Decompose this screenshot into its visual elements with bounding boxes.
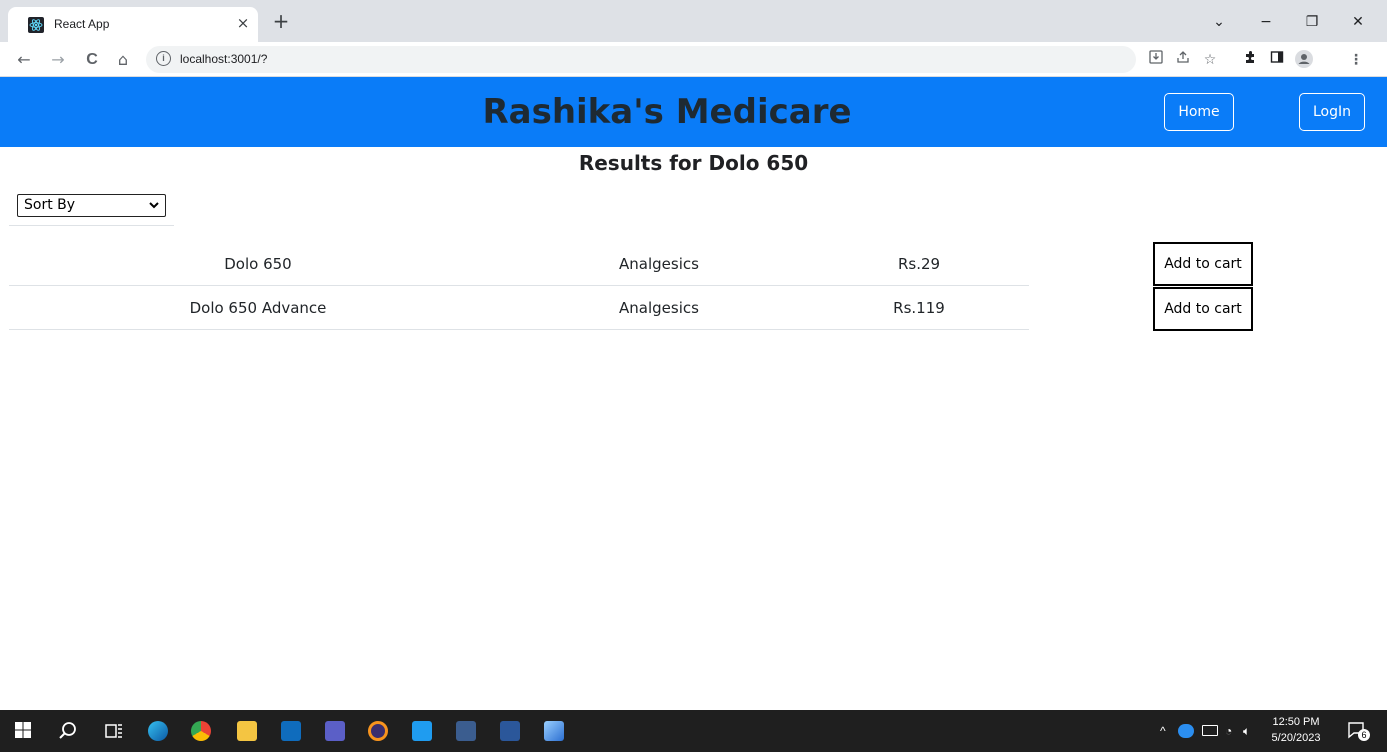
table-row: Dolo 650 Analgesics Rs.29 [9,242,1029,286]
new-tab-icon[interactable]: + [271,11,291,31]
tab-search-icon[interactable]: ⌄ [1207,10,1231,34]
results-heading: Results for Dolo 650 [578,151,809,175]
back-icon[interactable]: ← [12,48,36,72]
profile-avatar-icon[interactable] [1294,50,1314,70]
reload-icon[interactable]: C [80,48,104,72]
close-window-icon[interactable]: ✕ [1346,10,1370,34]
browser-tab[interactable]: React App × [8,7,258,42]
search-icon[interactable] [58,721,78,741]
brand-title: Rashika's Medicare [482,92,852,132]
login-button[interactable]: LogIn [1299,93,1365,131]
word-icon[interactable] [500,721,520,741]
browser-tab-strip: React App × + ⌄ − ❐ ✕ [0,0,1387,42]
add-to-cart-button[interactable]: Add to cart [1153,287,1253,331]
notification-center-icon[interactable]: 6 [1346,720,1370,742]
notification-count-badge: 6 [1358,729,1370,741]
medicine-name: Dolo 650 Advance [189,299,327,317]
medicine-category: Analgesics [619,299,699,317]
menu-kebab-icon[interactable]: ⋮ [1346,50,1366,70]
wifi-icon[interactable]: ◔ [1225,710,1232,752]
clock-date: 5/20/2023 [1271,732,1321,744]
battery-icon[interactable] [1202,725,1218,736]
address-bar[interactable]: i localhost:3001/? [146,46,1136,73]
extensions-icon[interactable] [1240,50,1260,70]
share-icon[interactable] [1173,50,1193,70]
task-view-icon[interactable] [104,721,124,741]
outlook-icon[interactable] [281,721,301,741]
sort-by-value: Sort By [24,197,76,213]
medicine-price: Rs.29 [897,255,941,273]
volume-icon[interactable]: 🔈︎ [1243,710,1250,752]
browser-toolbar: ← → C ⌂ i localhost:3001/? ☆ ⋮ [0,42,1387,77]
screen: React App × + ⌄ − ❐ ✕ ← → C ⌂ i localhos… [0,0,1387,752]
medicine-price: Rs.119 [893,299,945,317]
sort-divider [9,225,174,226]
chrome-browser-icon[interactable] [191,721,211,741]
edge-browser-icon[interactable] [148,721,168,741]
chevron-down-icon [149,195,159,223]
file-explorer-icon[interactable] [237,721,257,741]
forward-icon[interactable]: → [46,48,70,72]
restore-icon[interactable]: ❐ [1300,10,1324,34]
bookmark-star-icon[interactable]: ☆ [1200,50,1220,70]
vscode-icon[interactable] [412,721,432,741]
url-text[interactable]: localhost:3001/? [180,52,267,66]
tab-close-icon[interactable]: × [233,13,253,33]
medicine-name: Dolo 650 [224,255,292,273]
paint-icon[interactable] [544,721,564,741]
windows-start-icon[interactable] [14,721,34,741]
add-to-cart-button[interactable]: Add to cart [1153,242,1253,286]
home-button[interactable]: Home [1164,93,1234,131]
system-clock[interactable]: 12:50 PM 5/20/2023 [1266,714,1326,746]
react-logo-icon [28,17,44,33]
sort-by-select[interactable]: Sort By [17,194,166,217]
app-navbar: Rashika's Medicare Home LogIn [0,77,1387,147]
snipping-tool-icon[interactable] [456,721,476,741]
tab-title: React App [54,17,110,31]
medicine-category: Analgesics [619,255,699,273]
table-row: Dolo 650 Advance Analgesics Rs.119 [9,286,1029,330]
side-panel-icon[interactable] [1267,50,1287,70]
teams-icon[interactable] [325,721,345,741]
windows-taskbar: ^ ◔ 🔈︎ 12:50 PM 5/20/2023 6 [0,710,1387,752]
install-app-icon[interactable] [1146,50,1166,70]
home-icon[interactable]: ⌂ [111,48,135,72]
site-info-icon[interactable]: i [156,51,171,66]
eclipse-icon[interactable] [368,721,388,741]
onedrive-icon[interactable] [1178,724,1194,738]
minimize-icon[interactable]: − [1254,10,1278,34]
show-hidden-icons-icon[interactable]: ^ [1160,710,1166,752]
clock-time: 12:50 PM [1272,716,1320,728]
